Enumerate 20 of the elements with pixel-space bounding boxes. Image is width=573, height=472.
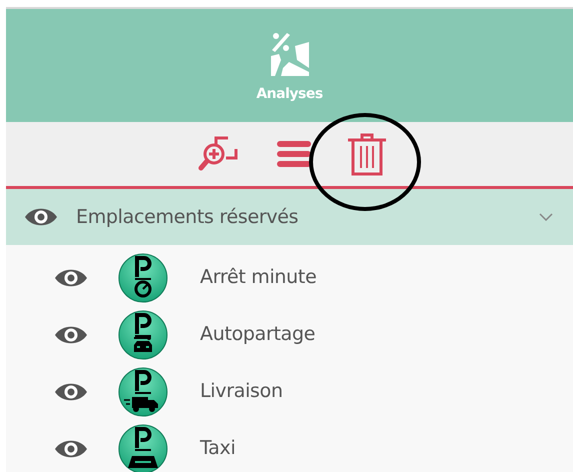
chevron-down-icon[interactable] (539, 213, 553, 221)
parking-timer-icon (118, 252, 168, 302)
trash-icon[interactable] (346, 132, 388, 176)
group-label: Emplacements réservés (76, 204, 300, 230)
parking-car-icon (118, 310, 168, 360)
header-title: Analyses (256, 85, 323, 104)
list-item[interactable]: Livraison (6, 363, 573, 420)
list-item[interactable]: Arrêt minute (6, 249, 573, 306)
item-label: Livraison (200, 379, 283, 404)
menu-icon[interactable] (276, 139, 312, 169)
parking-truck-icon (118, 366, 168, 416)
eye-icon[interactable] (24, 206, 58, 228)
parking-taxi-icon (118, 424, 168, 472)
group-header[interactable]: Emplacements réservés (6, 189, 573, 245)
list-item[interactable]: Taxi (6, 420, 573, 472)
item-label: Autopartage (200, 322, 316, 348)
analysis-icon (270, 32, 308, 76)
list-item[interactable]: Autopartage (6, 306, 573, 363)
item-label: Arrêt minute (200, 265, 316, 290)
item-label: Taxi (200, 436, 236, 462)
